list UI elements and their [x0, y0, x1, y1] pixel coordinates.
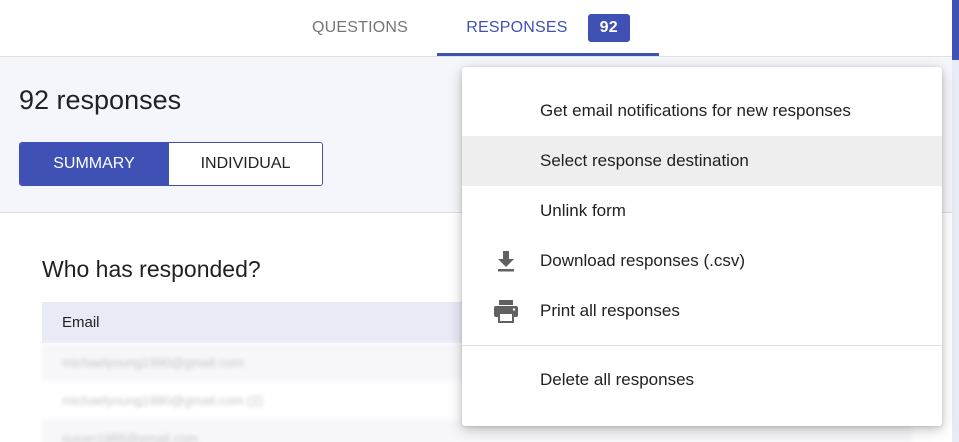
tab-responses[interactable]: RESPONSES 92	[437, 0, 659, 56]
menu-item-unlink-form[interactable]: Unlink form	[462, 186, 942, 236]
responses-count-title: 92 responses	[19, 85, 182, 115]
menu-item-label: Unlink form	[540, 201, 626, 220]
menu-item-delete-all[interactable]: Delete all responses	[462, 355, 942, 405]
menu-item-label: Download responses (.csv)	[540, 251, 746, 270]
menu-item-label: Get email notifications for new response…	[540, 101, 851, 120]
menu-divider	[462, 345, 942, 346]
menu-item-label: Print all responses	[540, 301, 680, 320]
print-icon	[492, 298, 520, 324]
view-toggle: SUMMARY INDIVIDUAL	[19, 142, 323, 186]
menu-item-select-destination[interactable]: Select response destination	[462, 136, 942, 186]
scrollbar[interactable]	[952, 0, 959, 442]
tab-responses-label: RESPONSES	[466, 19, 568, 36]
tab-questions[interactable]: QUESTIONS	[290, 0, 430, 56]
individual-view-button[interactable]: INDIVIDUAL	[168, 143, 322, 185]
menu-item-label: Delete all responses	[540, 370, 695, 389]
responses-count-badge: 92	[587, 14, 630, 42]
summary-view-button[interactable]: SUMMARY	[20, 143, 168, 185]
tab-questions-label: QUESTIONS	[311, 19, 409, 36]
responses-options-menu: Get email notifications for new response…	[462, 67, 942, 426]
top-tab-bar: QUESTIONS RESPONSES 92	[0, 0, 959, 57]
scrollbar-thumb[interactable]	[952, 0, 959, 60]
menu-item-label: Select response destination	[540, 151, 749, 170]
menu-item-email-notifications[interactable]: Get email notifications for new response…	[462, 86, 942, 136]
respondents-heading: Who has responded?	[42, 256, 261, 282]
active-tab-indicator	[437, 53, 659, 56]
menu-item-print-all[interactable]: Print all responses	[462, 286, 942, 336]
menu-item-download-csv[interactable]: Download responses (.csv)	[462, 236, 942, 286]
download-icon	[492, 248, 520, 274]
